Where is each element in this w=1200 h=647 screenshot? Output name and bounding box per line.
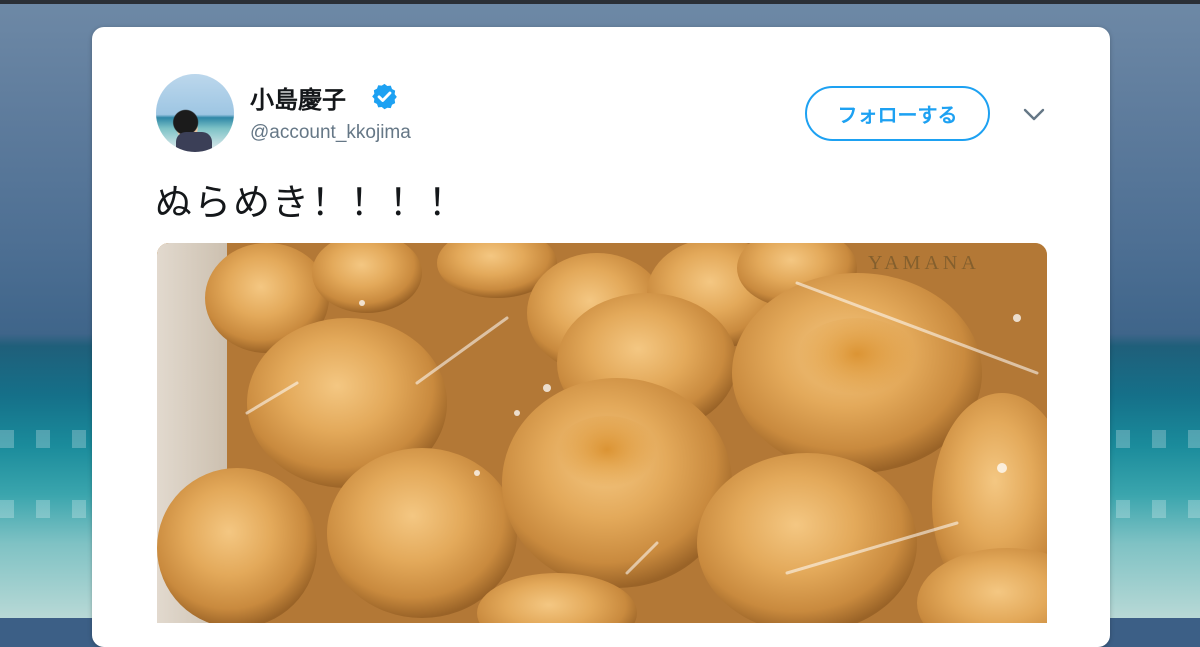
follow-button[interactable]: フォローする <box>805 86 990 141</box>
tweet-text: ぬらめき！！！！ <box>155 181 467 224</box>
tweet-photo[interactable] <box>157 243 1047 623</box>
avatar-figure <box>176 132 212 152</box>
photo-food-image <box>157 243 1047 623</box>
author-handle[interactable]: @account_kkojima <box>250 122 411 144</box>
chevron-down-icon <box>1023 108 1045 121</box>
photo-watermark: YAMANA <box>868 252 980 274</box>
author-name[interactable]: 小島慶子 <box>250 80 346 115</box>
avatar[interactable] <box>156 74 234 152</box>
tweet-menu-button[interactable] <box>1018 102 1050 128</box>
verified-badge-icon <box>372 83 397 110</box>
